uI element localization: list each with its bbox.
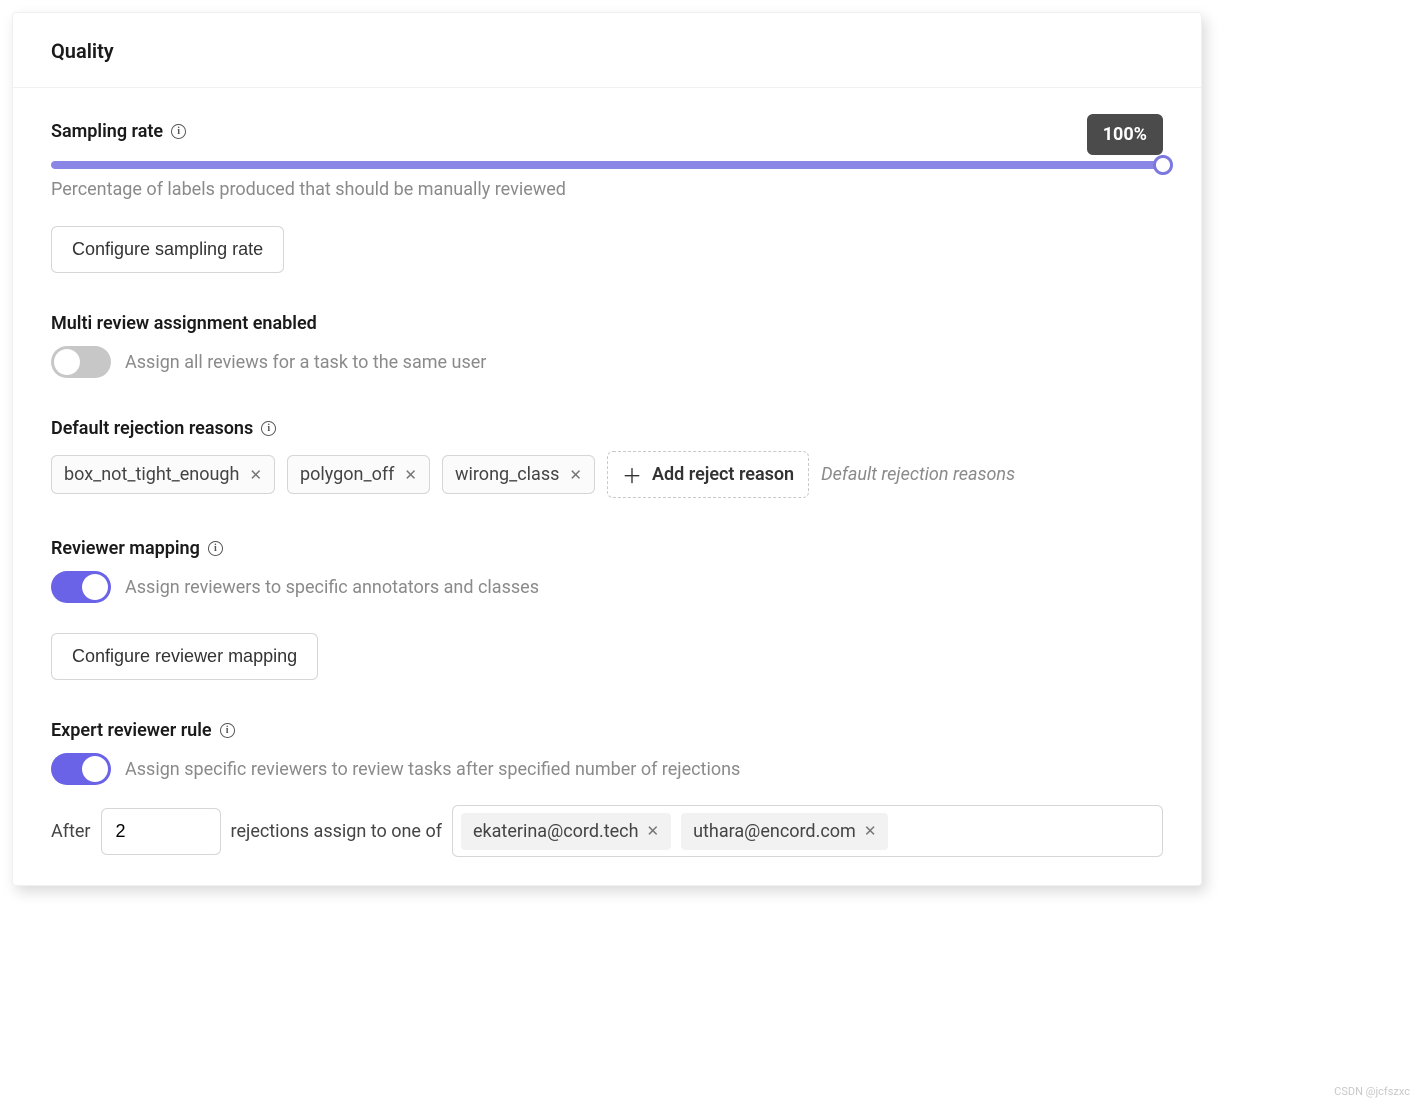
sampling-rate-slider[interactable] <box>51 161 1163 169</box>
multi-review-label: Multi review assignment enabled <box>51 313 317 334</box>
multi-review-description: Assign all reviews for a task to the sam… <box>125 352 486 373</box>
panel-header: Quality <box>13 13 1201 88</box>
reviewer-mapping-section: Reviewer mapping i Assign reviewers to s… <box>51 538 1163 680</box>
info-icon[interactable]: i <box>171 124 186 139</box>
slider-handle[interactable] <box>1153 155 1173 175</box>
assignee-chip: ekaterina@cord.tech ✕ <box>461 813 671 850</box>
add-reject-reason-label: Add reject reason <box>652 464 794 485</box>
close-icon[interactable]: ✕ <box>864 822 877 840</box>
quality-panel: Quality Sampling rate i 100% Percentage … <box>12 12 1202 886</box>
rejection-tag-label: polygon_off <box>300 464 394 485</box>
sampling-rate-help: Percentage of labels produced that shoul… <box>51 179 1163 200</box>
rejection-tag-label: box_not_tight_enough <box>64 464 239 485</box>
assignee-input[interactable]: ekaterina@cord.tech ✕ uthara@encord.com … <box>452 805 1163 857</box>
close-icon[interactable]: ✕ <box>647 822 660 840</box>
assignee-email: uthara@encord.com <box>693 821 856 842</box>
reviewer-mapping-toggle[interactable] <box>51 571 111 603</box>
expert-rule-middle: rejections assign to one of <box>231 821 442 842</box>
info-icon[interactable]: i <box>208 541 223 556</box>
sampling-section: Sampling rate i 100% Percentage of label… <box>51 114 1163 273</box>
toggle-knob <box>82 756 108 782</box>
sampling-rate-value: 100% <box>1087 114 1163 155</box>
panel-body: Sampling rate i 100% Percentage of label… <box>13 88 1201 885</box>
close-icon[interactable]: ✕ <box>569 466 582 484</box>
info-icon[interactable]: i <box>261 421 276 436</box>
close-icon[interactable]: ✕ <box>249 466 262 484</box>
expert-rule-prefix: After <box>51 821 91 842</box>
reviewer-mapping-description: Assign reviewers to specific annotators … <box>125 577 539 598</box>
rejection-reasons-label: Default rejection reasons <box>51 418 253 439</box>
plus-icon: ＋ <box>622 460 642 489</box>
multi-review-toggle[interactable] <box>51 346 111 378</box>
assignee-chip: uthara@encord.com ✕ <box>681 813 888 850</box>
add-reject-reason-button[interactable]: ＋ Add reject reason <box>607 451 809 498</box>
toggle-knob <box>82 574 108 600</box>
configure-sampling-button[interactable]: Configure sampling rate <box>51 226 284 273</box>
info-icon[interactable]: i <box>220 723 235 738</box>
multi-review-section: Multi review assignment enabled Assign a… <box>51 313 1163 378</box>
rejection-tag: box_not_tight_enough ✕ <box>51 455 275 494</box>
sampling-rate-label: Sampling rate <box>51 121 163 142</box>
rejection-reasons-hint: Default rejection reasons <box>821 464 1015 485</box>
expert-rule-description: Assign specific reviewers to review task… <box>125 759 740 780</box>
toggle-knob <box>54 349 80 375</box>
assignee-email: ekaterina@cord.tech <box>473 821 639 842</box>
rejection-tag: polygon_off ✕ <box>287 455 430 494</box>
rejection-tag: wirong_class ✕ <box>442 455 595 494</box>
expert-rule-section: Expert reviewer rule i Assign specific r… <box>51 720 1163 857</box>
expert-rule-label: Expert reviewer rule <box>51 720 212 741</box>
rejection-count-input[interactable] <box>101 808 221 855</box>
configure-reviewer-mapping-button[interactable]: Configure reviewer mapping <box>51 633 318 680</box>
rejection-tag-label: wirong_class <box>455 464 559 485</box>
rejection-reasons-section: Default rejection reasons i box_not_tigh… <box>51 418 1163 498</box>
close-icon[interactable]: ✕ <box>404 466 417 484</box>
page-title: Quality <box>51 39 1163 63</box>
reviewer-mapping-label: Reviewer mapping <box>51 538 200 559</box>
expert-rule-toggle[interactable] <box>51 753 111 785</box>
watermark: CSDN @jcfszxc <box>1334 1085 1410 1098</box>
